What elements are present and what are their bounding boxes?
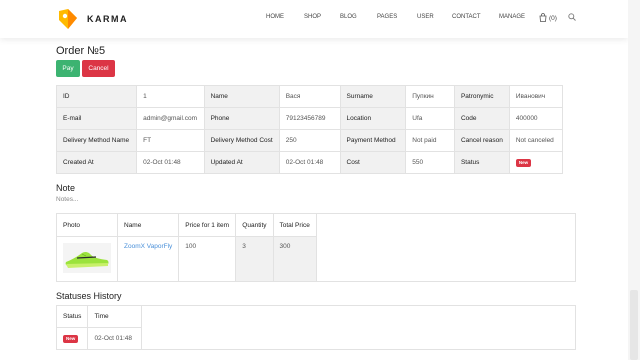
cart-icon	[539, 13, 547, 24]
info-value: FT	[136, 129, 205, 152]
brand-name: KARMA	[87, 14, 128, 24]
status-history-table: Status Time New 02-Oct 01:48	[55, 305, 576, 350]
info-value: Пупкин	[405, 85, 455, 108]
info-row: Delivery Method Name FT Delivery Method Co…	[55, 129, 576, 152]
order-info-table: ID 1 Name Вася Surname Пупкин Patronymic Иванов…	[55, 85, 576, 174]
col-total: Total Price	[272, 213, 317, 237]
info-value: Not paid	[405, 129, 455, 152]
info-label: Delivery Method Cost	[203, 129, 280, 152]
nav-pages[interactable]: PAGES	[377, 14, 417, 20]
info-value: 79123456789	[278, 107, 341, 130]
note-text: Notes...	[56, 196, 79, 203]
col-time: Time	[87, 305, 143, 328]
info-value: 02-Oct 01:48	[278, 151, 341, 174]
info-label: ID	[55, 85, 138, 108]
product-link[interactable]: ZoomX VaporFly	[124, 243, 172, 250]
product-name-cell: ZoomX VaporFly	[116, 236, 180, 282]
product-photo	[56, 236, 118, 282]
col-photo: Photo	[56, 213, 118, 237]
info-label: Cancel reason	[453, 129, 510, 152]
info-label: Name	[203, 85, 280, 108]
search-icon[interactable]	[568, 13, 576, 23]
info-value: Ufa	[405, 107, 455, 130]
info-value: 1	[136, 85, 205, 108]
info-label: Delivery Method Name	[55, 129, 138, 152]
order-page: Order №5 Pay Cancel ID 1 Name Вася Surname Пу…	[55, 38, 576, 350]
info-label: Phone	[203, 107, 280, 130]
col-price: Price for 1 item	[178, 213, 237, 237]
status-badge: New	[63, 334, 79, 343]
product-quantity: 3	[235, 236, 274, 282]
scrollbar[interactable]	[628, 0, 640, 360]
info-label: Cost	[339, 151, 407, 174]
info-value: Not canceled	[508, 129, 564, 152]
table-row: New 02-Oct 01:48	[55, 327, 576, 350]
page-title: Order №5	[56, 45, 106, 57]
info-label: Updated At	[203, 151, 280, 174]
col-quantity: Quantity	[235, 213, 274, 237]
product-price: 100	[178, 236, 237, 282]
history-status: New	[55, 327, 89, 350]
nav-manage[interactable]: MANAGE	[499, 14, 525, 20]
info-row: ID 1 Name Вася Surname Пупкин Patronymic Иванов…	[55, 85, 576, 108]
scrollbar-thumb[interactable]	[630, 290, 638, 360]
history-title: Statuses History	[56, 291, 122, 301]
pay-button[interactable]: Pay	[56, 60, 80, 77]
order-items-table: Photo Name Price for 1 item Quantity Tot…	[56, 213, 576, 282]
info-label: Location	[339, 107, 407, 130]
product-total: 300	[272, 236, 317, 282]
note-title: Note	[56, 183, 76, 193]
site-header: KARMA HOME SHOP BLOG PAGES USER CONTACT …	[0, 0, 628, 38]
nav-contact[interactable]: CONTACT	[452, 14, 499, 20]
info-label: E-mail	[55, 107, 138, 130]
info-label: Surname	[339, 85, 407, 108]
main-nav: HOME SHOP BLOG PAGES USER CONTACT MANAGE	[266, 14, 525, 20]
info-value-status: New	[508, 151, 564, 174]
info-row: Created At 02-Oct 01:48 Updated At 02-Oct 0…	[55, 151, 576, 174]
nav-user[interactable]: USER	[417, 14, 452, 20]
info-value: 400000	[508, 107, 564, 130]
info-label: Payment Method	[339, 129, 407, 152]
cancel-button[interactable]: Cancel	[82, 60, 115, 77]
status-badge: New	[515, 158, 532, 167]
info-label: Created At	[55, 151, 138, 174]
info-label: Status	[453, 151, 510, 174]
col-status: Status	[55, 305, 89, 328]
info-value: 550	[405, 151, 455, 174]
info-value: 02-Oct 01:48	[136, 151, 205, 174]
info-row: E-mail admin@gmail.com Phone 79123456789 Loc…	[55, 107, 576, 130]
cart-button[interactable]: (0)	[539, 13, 557, 24]
cart-count: (0)	[549, 15, 557, 22]
history-time: 02-Oct 01:48	[87, 327, 143, 350]
logo-tag-icon	[57, 8, 79, 30]
info-value: Иванович	[508, 85, 564, 108]
sneaker-image	[63, 243, 111, 273]
logo[interactable]: KARMA	[57, 8, 128, 30]
nav-home[interactable]: HOME	[266, 14, 304, 20]
info-value: Вася	[278, 85, 341, 108]
table-row: ZoomX VaporFly 100 3 300	[56, 236, 576, 282]
info-value: 250	[278, 129, 341, 152]
info-label: Code	[453, 107, 510, 130]
info-value: admin@gmail.com	[136, 107, 205, 130]
nav-shop[interactable]: SHOP	[304, 14, 340, 20]
col-name: Name	[116, 213, 180, 237]
nav-blog[interactable]: BLOG	[340, 14, 377, 20]
info-label: Patronymic	[453, 85, 510, 108]
